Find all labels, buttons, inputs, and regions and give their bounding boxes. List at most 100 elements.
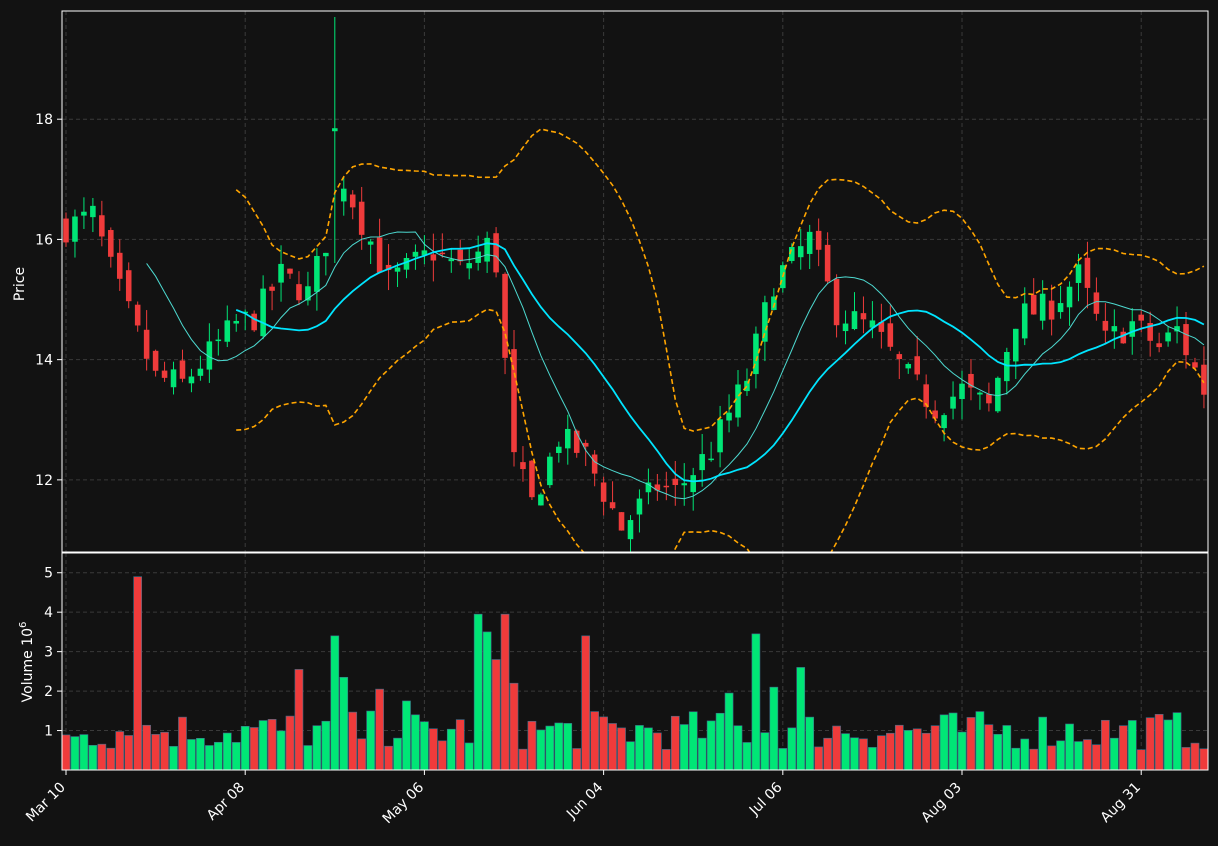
volume-bar — [1002, 725, 1012, 771]
volume-bar — [877, 735, 886, 771]
volume-bar — [1163, 719, 1173, 771]
candle-body — [977, 392, 983, 395]
candle-body — [233, 320, 240, 324]
volume-bar — [446, 728, 456, 771]
candle-body — [81, 211, 87, 216]
volume-bar — [61, 734, 71, 771]
candle-body — [260, 288, 266, 337]
candle-body — [618, 512, 625, 531]
volume-bar — [653, 732, 662, 771]
volume-bar — [1029, 748, 1039, 771]
candle-body — [681, 483, 688, 486]
volume-bar — [617, 727, 626, 771]
volume-bar — [330, 635, 340, 771]
candle-body — [511, 349, 517, 453]
candle-body — [1165, 332, 1171, 342]
volume-bar — [473, 613, 483, 771]
volume-bar — [1118, 725, 1128, 771]
candle-body — [1120, 331, 1127, 344]
candle-body — [215, 339, 222, 342]
volume-bar — [751, 633, 761, 771]
volume-bar — [903, 730, 913, 771]
candle-body — [349, 194, 356, 208]
volume-bar — [420, 721, 429, 771]
volume-bar — [70, 736, 80, 771]
volume-tick-label: 4 — [44, 605, 53, 621]
volume-bar — [133, 576, 143, 771]
candle-body — [287, 268, 293, 274]
volume-bar — [357, 738, 367, 771]
volume-bar — [303, 745, 313, 771]
volume-bar — [231, 742, 241, 771]
candle-body — [1021, 303, 1028, 339]
volume-bar — [635, 725, 644, 771]
volume-bar — [294, 669, 304, 771]
candle-body — [896, 354, 903, 360]
volume-bar — [581, 635, 591, 771]
candle-body — [529, 460, 535, 498]
candle-body — [1138, 314, 1144, 321]
candle-body — [1129, 321, 1136, 337]
candle-body — [1201, 364, 1207, 395]
volume-axis-label-text: Volume 10 — [20, 628, 36, 702]
volume-bar — [518, 748, 528, 771]
candle-body — [358, 201, 365, 235]
volume-bar — [205, 745, 214, 771]
volume-bar — [850, 737, 859, 771]
volume-bar — [536, 729, 546, 771]
candle-body — [726, 412, 732, 421]
candle-body — [1048, 300, 1055, 320]
volume-bar — [312, 725, 322, 771]
volume-bar — [437, 740, 447, 771]
volume-tick-label: 5 — [44, 566, 53, 582]
volume-axis-label: Volume 106 — [18, 622, 36, 703]
candle-body — [1084, 257, 1091, 288]
volume-bar — [88, 745, 98, 771]
volume-bar — [608, 723, 617, 771]
volume-bar — [339, 676, 349, 771]
candle-body — [564, 428, 571, 449]
candle-body — [806, 231, 813, 254]
candle-body — [484, 237, 490, 262]
candle-body — [699, 454, 705, 471]
candle-body — [887, 323, 894, 347]
volume-bar — [79, 734, 89, 771]
volume-bar — [160, 731, 169, 771]
volume-bar — [276, 730, 286, 771]
volume-bar — [464, 742, 474, 771]
candle-body — [833, 279, 840, 326]
volume-bar — [1074, 741, 1083, 771]
volume-bar — [1083, 739, 1092, 771]
volume-bar — [715, 712, 725, 771]
candle-body — [197, 368, 204, 376]
volume-bar — [724, 692, 734, 771]
volume-bar — [1047, 745, 1056, 771]
volume-bar — [509, 682, 519, 771]
price-tick-label: 16 — [35, 232, 53, 248]
volume-bar — [1038, 716, 1047, 771]
volume-bar — [1127, 720, 1137, 771]
volume-bar — [563, 723, 573, 771]
volume-bar — [249, 727, 259, 771]
candle-body — [797, 246, 804, 258]
volume-bar — [993, 734, 1003, 771]
volume-bar — [151, 734, 160, 771]
volume-bar — [885, 732, 895, 771]
volume-bar — [482, 631, 492, 771]
volume-bar — [733, 725, 743, 771]
volume-bar — [957, 731, 967, 771]
candle-body — [959, 383, 965, 400]
candle-body — [314, 255, 320, 292]
volume-bar — [500, 613, 510, 771]
candle-body — [134, 304, 141, 326]
candle-body — [1004, 352, 1010, 382]
candle-body — [143, 329, 150, 359]
candle-body — [824, 244, 831, 282]
volume-bar — [984, 724, 994, 771]
candle-body — [1066, 286, 1073, 308]
volume-bar — [975, 711, 985, 771]
candle-body — [376, 237, 383, 273]
volume-bar — [169, 746, 178, 771]
candlestick-chart: 12 14 16 18 1 2 3 4 5 Mar 10 Apr 08 May 06 Jun 04 Ju… — [0, 0, 1218, 842]
volume-bar — [527, 720, 537, 771]
